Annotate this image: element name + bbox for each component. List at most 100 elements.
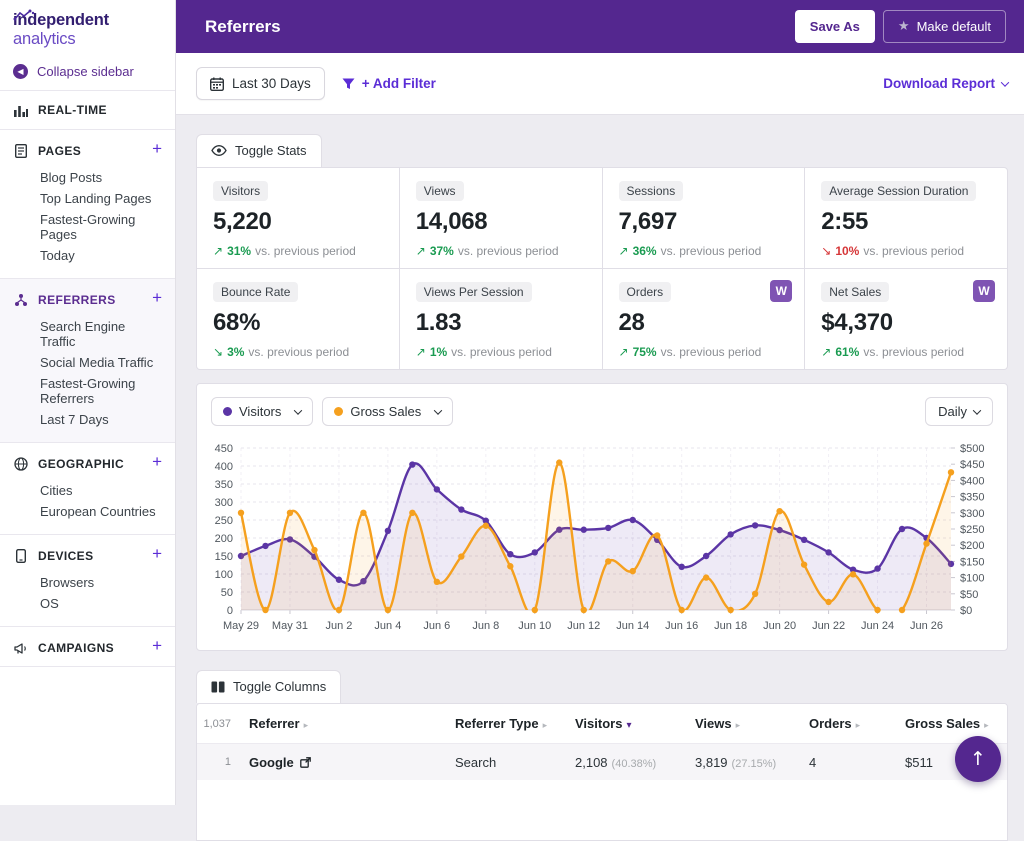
stat-value: 2:55 xyxy=(821,208,991,236)
chevron-down-icon xyxy=(1001,78,1009,86)
page-title: Referrers xyxy=(205,17,795,37)
sidebar: independent analytics ◀ Collapse sidebar… xyxy=(0,0,176,805)
collapse-sidebar-button[interactable]: ◀ Collapse sidebar xyxy=(0,53,175,91)
svg-text:350: 350 xyxy=(215,479,233,491)
app-logo[interactable]: independent analytics xyxy=(0,0,175,53)
stat-card-bounce-rate: Bounce Rate 68% 3%vs. previous period xyxy=(197,269,399,369)
visitors-share: (40.38%) xyxy=(612,758,657,770)
download-report-label: Download Report xyxy=(883,76,995,91)
calendar-icon xyxy=(210,77,224,91)
sidebar-item-today[interactable]: Today xyxy=(40,245,162,266)
sidebar-item-realtime[interactable]: REAL-TIME xyxy=(0,91,175,130)
stat-card-views-per-session: Views Per Session 1.83 1%vs. previous pe… xyxy=(400,269,602,369)
sidebar-section-campaigns: CAMPAIGNS + xyxy=(0,627,175,667)
svg-text:$450: $450 xyxy=(960,459,984,471)
column-header-orders[interactable]: Orders▸ xyxy=(801,716,897,731)
table-row[interactable]: 1 Google Search 2,108(40.38%) 3,819(27.1… xyxy=(197,744,1007,780)
svg-text:300: 300 xyxy=(215,497,233,509)
svg-text:May 31: May 31 xyxy=(272,620,308,632)
visitors-series-selector[interactable]: Visitors xyxy=(211,397,313,426)
sidebar-item-last-7-days[interactable]: Last 7 Days xyxy=(40,409,162,430)
sidebar-item-european-countries[interactable]: European Countries xyxy=(40,501,162,522)
svg-text:$500: $500 xyxy=(960,443,984,455)
trend-down-icon xyxy=(821,244,831,258)
sort-desc-icon: ▾ xyxy=(626,720,631,731)
referrers-table: 1,037 Referrer▸ Referrer Type▸ Visitors▾… xyxy=(196,703,1008,841)
stat-label: Net Sales xyxy=(821,282,889,302)
sidebar-item-os[interactable]: OS xyxy=(40,593,162,614)
sort-icon: ▸ xyxy=(736,721,741,731)
svg-text:150: 150 xyxy=(215,551,233,563)
date-range-button[interactable]: Last 30 Days xyxy=(196,67,325,100)
sidebar-item-browsers[interactable]: Browsers xyxy=(40,572,162,593)
stat-card-orders: Orders W 28 75%vs. previous period xyxy=(603,269,805,369)
brand-name-light: analytics xyxy=(13,30,75,48)
devices-add-button[interactable]: + xyxy=(152,544,162,564)
table-header-row: 1,037 Referrer▸ Referrer Type▸ Visitors▾… xyxy=(197,704,1007,744)
svg-text:100: 100 xyxy=(215,569,233,581)
sidebar-item-blog-posts[interactable]: Blog Posts xyxy=(40,167,162,188)
svg-text:Jun 14: Jun 14 xyxy=(616,620,649,632)
sidebar-item-fastest-growing-referrers[interactable]: Fastest-Growing Referrers xyxy=(40,373,162,409)
stat-label: Views Per Session xyxy=(416,282,532,302)
sidebar-item-devices[interactable]: DEVICES xyxy=(13,548,162,564)
sidebar-section-referrers: REFERRERS + Search Engine Traffic Social… xyxy=(0,279,175,443)
up-arrow-icon: ↑ xyxy=(970,748,986,770)
column-header-visitors[interactable]: Visitors▾ xyxy=(567,716,687,731)
stat-card-visitors: Visitors 5,220 31%vs. previous period xyxy=(197,168,399,268)
scroll-to-top-button[interactable]: ↑ xyxy=(955,736,1001,782)
row-rank: 1 xyxy=(197,756,241,768)
stats-grid: Visitors 5,220 31%vs. previous period Vi… xyxy=(196,167,1008,370)
save-as-button[interactable]: Save As xyxy=(795,10,875,43)
sidebar-item-cities[interactable]: Cities xyxy=(40,480,162,501)
svg-text:Jun 8: Jun 8 xyxy=(472,620,499,632)
svg-text:$300: $300 xyxy=(960,508,984,520)
sidebar-item-search-engine-traffic[interactable]: Search Engine Traffic xyxy=(40,316,162,352)
column-header-gross-sales[interactable]: Gross Sales▸ xyxy=(897,716,1007,731)
sidebar-section-pages-label: PAGES xyxy=(38,144,81,158)
toggle-columns-button[interactable]: Toggle Columns xyxy=(196,670,341,703)
sort-icon: ▸ xyxy=(984,721,989,731)
column-header-referrer[interactable]: Referrer▸ xyxy=(241,716,447,731)
column-header-referrer-type[interactable]: Referrer Type▸ xyxy=(447,716,567,731)
make-default-label: Make default xyxy=(917,19,991,34)
chart-header: Visitors Gross Sales Daily xyxy=(197,384,1007,434)
add-filter-button[interactable]: + Add Filter xyxy=(342,76,883,91)
svg-text:$50: $50 xyxy=(960,589,978,601)
trend-up-icon xyxy=(821,345,831,359)
referrers-add-button[interactable]: + xyxy=(152,288,162,308)
line-chart[interactable]: May 29May 31Jun 2Jun 4Jun 6Jun 8Jun 10Ju… xyxy=(201,436,1003,644)
stat-value: 1.83 xyxy=(416,309,586,337)
chevron-down-icon xyxy=(434,406,442,414)
sidebar-item-fastest-growing-pages[interactable]: Fastest-Growing Pages xyxy=(40,209,162,245)
column-header-views[interactable]: Views▸ xyxy=(687,716,801,731)
stat-label: Visitors xyxy=(213,181,268,201)
woocommerce-badge: W xyxy=(770,280,792,302)
make-default-button[interactable]: ★ Make default xyxy=(883,10,1006,43)
sidebar-item-pages[interactable]: PAGES xyxy=(13,143,162,159)
sidebar-item-social-media-traffic[interactable]: Social Media Traffic xyxy=(40,352,162,373)
svg-text:450: 450 xyxy=(215,443,233,455)
svg-text:$200: $200 xyxy=(960,540,984,552)
visitors-cell: 2,108(40.38%) xyxy=(567,755,687,770)
stat-card-avg-session-duration: Average Session Duration 2:55 10%vs. pre… xyxy=(805,168,1007,268)
gross-sales-series-selector[interactable]: Gross Sales xyxy=(322,397,453,426)
sidebar-item-campaigns[interactable]: CAMPAIGNS xyxy=(13,640,162,656)
toggle-stats-button[interactable]: Toggle Stats xyxy=(196,134,322,167)
stat-change: 37% xyxy=(430,244,454,258)
geographic-add-button[interactable]: + xyxy=(152,452,162,472)
sidebar-item-geographic[interactable]: GEOGRAPHIC xyxy=(13,456,162,472)
referrer-link[interactable]: Google xyxy=(249,755,311,770)
pages-add-button[interactable]: + xyxy=(152,139,162,159)
eye-icon xyxy=(211,145,227,156)
stat-change: 10% xyxy=(835,244,859,258)
referrers-network-icon xyxy=(13,292,29,308)
sidebar-item-referrers[interactable]: REFERRERS xyxy=(13,292,162,308)
download-report-button[interactable]: Download Report xyxy=(883,76,1008,91)
sidebar-item-top-landing-pages[interactable]: Top Landing Pages xyxy=(40,188,162,209)
interval-select[interactable]: Daily xyxy=(925,397,993,426)
views-cell: 3,819(27.15%) xyxy=(687,755,801,770)
collapse-sidebar-label: Collapse sidebar xyxy=(37,64,134,79)
views-share: (27.15%) xyxy=(732,758,777,770)
campaigns-add-button[interactable]: + xyxy=(152,636,162,656)
